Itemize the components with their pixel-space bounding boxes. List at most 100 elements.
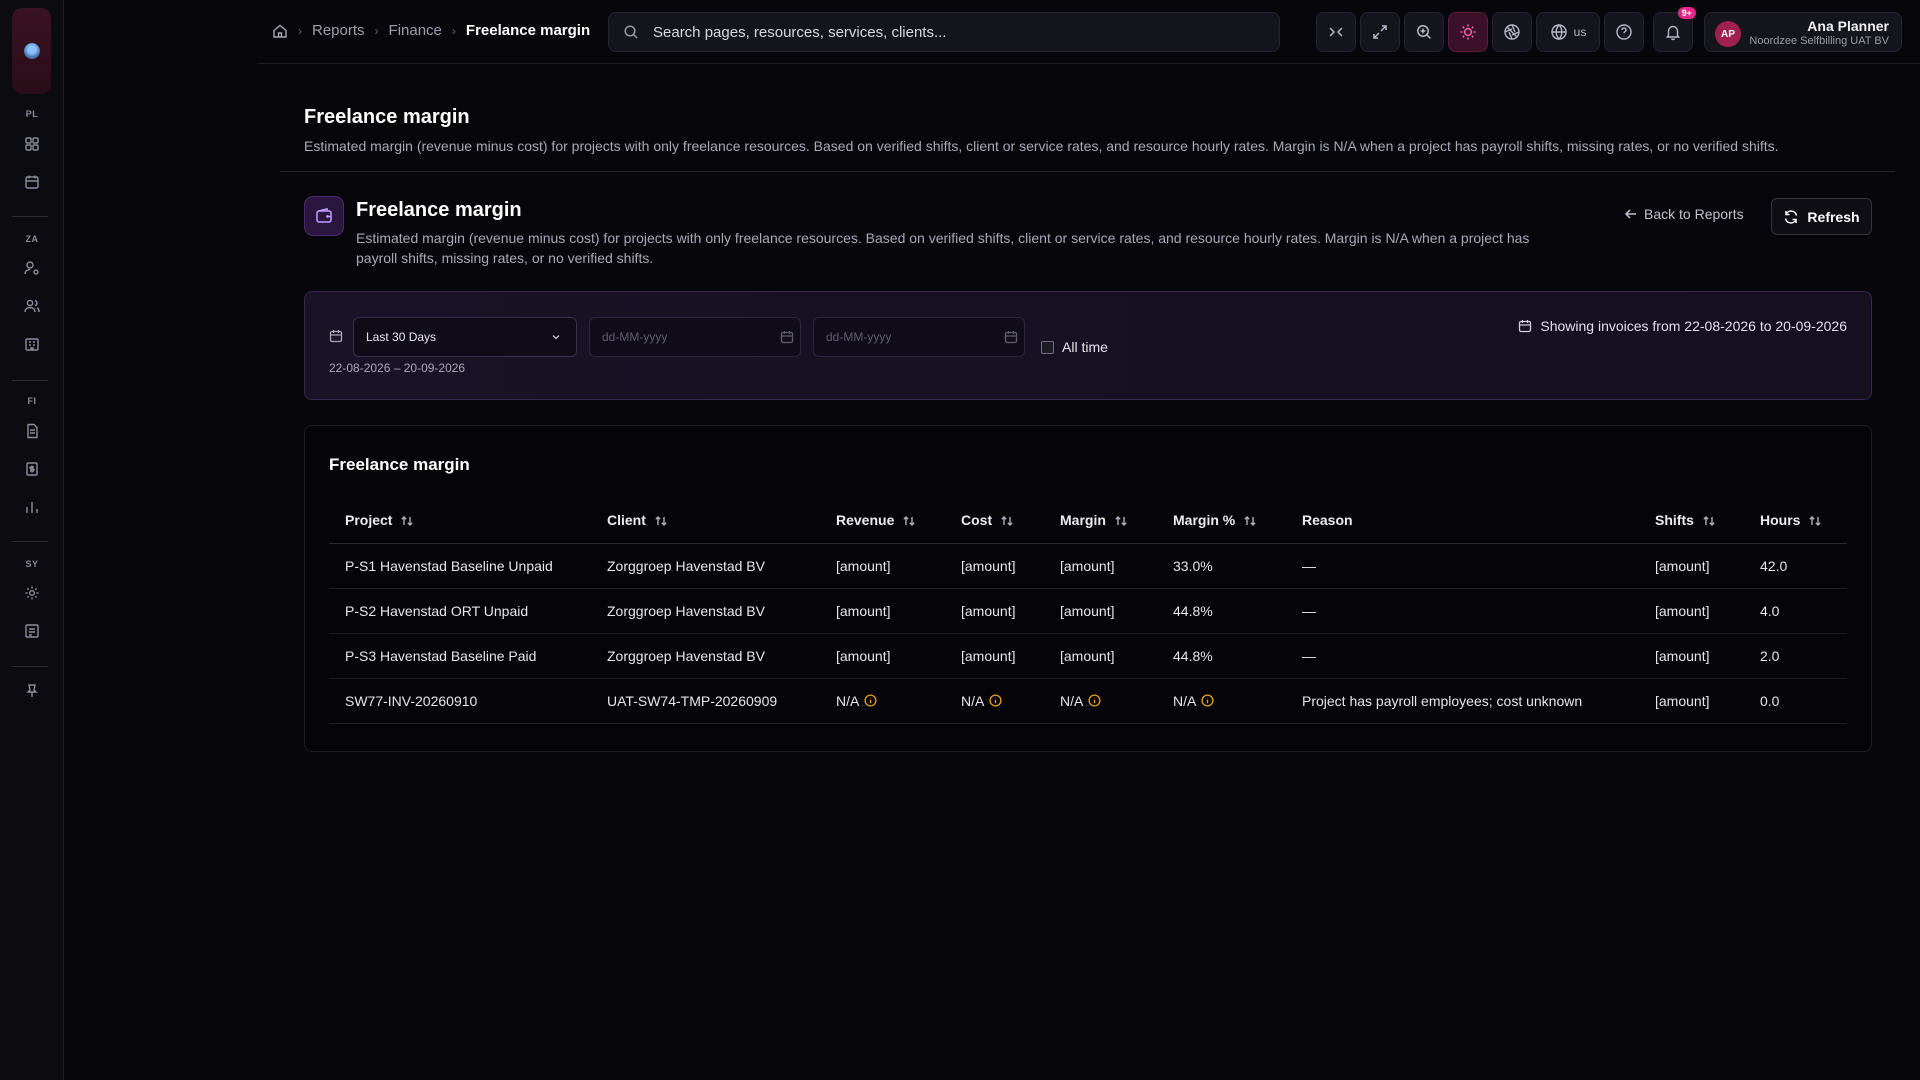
cell-value: UAT-SW74-TMP-20260909 bbox=[607, 692, 778, 709]
page-divider bbox=[280, 171, 1895, 172]
language-button[interactable]: us bbox=[1536, 12, 1600, 52]
cell-shifts: [amount] bbox=[1639, 633, 1744, 679]
column-header-label: Client bbox=[607, 512, 646, 529]
cell-value: 42.0 bbox=[1760, 557, 1788, 574]
fullscreen-button[interactable] bbox=[1360, 12, 1400, 52]
cell-value: P-S2 Havenstad ORT Unpaid bbox=[345, 602, 529, 619]
column-header-client[interactable]: Client bbox=[591, 498, 820, 544]
breadcrumb-finance[interactable]: Finance bbox=[389, 22, 442, 39]
users-icon[interactable] bbox=[22, 296, 42, 316]
column-header-cost[interactable]: Cost bbox=[945, 498, 1044, 544]
notifications-button[interactable]: 9+ bbox=[1653, 7, 1696, 52]
showing-invoices-info: Showing invoices from 22-08-2026 to 20-0… bbox=[1518, 318, 1847, 334]
table-row[interactable]: P-S2 Havenstad ORT Unpaid Zorggroep Haven… bbox=[329, 588, 1847, 634]
sort-icon[interactable] bbox=[1243, 514, 1257, 528]
bar-chart-icon[interactable] bbox=[22, 497, 42, 517]
table-row[interactable]: SW77-INV-20260910 UAT-SW74-TMP-20260909 N/… bbox=[329, 678, 1847, 724]
user-menu[interactable]: AP Ana Planner Noordzee Selfbilling UAT … bbox=[1704, 12, 1902, 52]
cell-value: [amount] bbox=[961, 557, 1016, 574]
cell-cost: [amount] bbox=[945, 633, 1044, 679]
document-icon[interactable] bbox=[22, 421, 42, 441]
cell-value: 44.8% bbox=[1173, 602, 1213, 619]
receipt-icon[interactable] bbox=[22, 621, 42, 641]
selected-range-text: 22-08-2026 – 20-09-2026 bbox=[329, 361, 466, 375]
cell-value: N/A bbox=[1173, 692, 1197, 709]
cell-hours: 0.0 bbox=[1744, 678, 1847, 724]
collapse-button[interactable] bbox=[1316, 12, 1356, 52]
cell-shifts: [amount] bbox=[1639, 588, 1744, 634]
sort-icon[interactable] bbox=[1114, 514, 1128, 528]
theme-toggle-button[interactable] bbox=[1448, 12, 1488, 52]
cell-shifts: [amount] bbox=[1639, 543, 1744, 589]
cell-margin: [amount] bbox=[1044, 588, 1157, 634]
user-organization: Noordzee Selfbilling UAT BV bbox=[1749, 35, 1889, 47]
aperture-button[interactable] bbox=[1492, 12, 1532, 52]
table-row[interactable]: P-S1 Havenstad Baseline Unpaid Zorggroep … bbox=[329, 543, 1847, 589]
cell-value: — bbox=[1302, 602, 1316, 619]
column-header-margin[interactable]: Margin bbox=[1044, 498, 1157, 544]
column-header-hours[interactable]: Hours bbox=[1744, 498, 1847, 544]
breadcrumb-current: Freelance margin bbox=[465, 22, 591, 39]
settings-icon[interactable] bbox=[22, 583, 42, 603]
column-header-label: Cost bbox=[961, 512, 993, 529]
cell-revenue: [amount] bbox=[820, 543, 945, 589]
sort-icon[interactable] bbox=[1808, 514, 1822, 528]
column-header-project[interactable]: Project bbox=[329, 498, 591, 544]
pin-icon[interactable] bbox=[22, 681, 42, 701]
breadcrumb-reports[interactable]: Reports bbox=[312, 22, 365, 39]
cell-margin: [amount] bbox=[1044, 543, 1157, 589]
chevron-right-icon: › bbox=[451, 23, 456, 38]
zoom-in-icon bbox=[1415, 23, 1433, 41]
from-date-input[interactable]: dd-MM-yyyy bbox=[589, 317, 801, 357]
refresh-button[interactable]: Refresh bbox=[1771, 198, 1872, 235]
sort-icon[interactable] bbox=[654, 514, 668, 528]
sidebar-section-sy: SY bbox=[25, 559, 39, 569]
cell-value: N/A bbox=[836, 692, 860, 709]
table-row[interactable]: P-S3 Havenstad Baseline Paid Zorggroep Ha… bbox=[329, 633, 1847, 679]
invoice-icon[interactable] bbox=[22, 459, 42, 479]
user-gear-icon[interactable] bbox=[22, 258, 42, 278]
sort-icon[interactable] bbox=[1702, 514, 1716, 528]
info-warning-icon[interactable] bbox=[864, 694, 877, 707]
info-warning-icon[interactable] bbox=[1201, 694, 1214, 707]
app-logo[interactable] bbox=[12, 8, 51, 94]
sort-icon[interactable] bbox=[400, 514, 414, 528]
cell-margin: [amount] bbox=[1044, 633, 1157, 679]
building-icon[interactable] bbox=[22, 334, 42, 354]
period-selected-value: Last 30 Days bbox=[366, 330, 437, 344]
margin-table: Project Client Revenue Cost Margin Margin % Re… bbox=[329, 498, 1847, 724]
table-header-row: Project Client Revenue Cost Margin Margin % Re… bbox=[329, 498, 1847, 544]
search-input[interactable]: Search pages, resources, services, clien… bbox=[608, 12, 1280, 52]
locale-label: us bbox=[1573, 25, 1587, 39]
cell-margin-pct: 44.8% bbox=[1157, 588, 1286, 634]
all-time-checkbox[interactable]: All time bbox=[1041, 339, 1108, 355]
back-to-reports-link[interactable]: Back to Reports bbox=[1624, 206, 1744, 222]
sidebar-section-za: ZA bbox=[25, 234, 39, 244]
period-select[interactable]: Last 30 Days bbox=[353, 317, 577, 357]
expand-icon bbox=[1371, 23, 1389, 41]
info-warning-icon[interactable] bbox=[989, 694, 1002, 707]
checkbox-box[interactable] bbox=[1041, 340, 1054, 354]
sort-icon[interactable] bbox=[902, 514, 916, 528]
calendar-icon[interactable] bbox=[22, 172, 42, 192]
cell-project: SW77-INV-20260910 bbox=[329, 678, 591, 724]
home-icon[interactable] bbox=[272, 23, 288, 39]
search-placeholder: Search pages, resources, services, clien… bbox=[653, 23, 947, 41]
to-date-input[interactable]: dd-MM-yyyy bbox=[813, 317, 1025, 357]
cell-value: [amount] bbox=[836, 557, 891, 574]
column-header-margin[interactable]: Margin % bbox=[1157, 498, 1286, 544]
help-button[interactable] bbox=[1604, 12, 1644, 52]
column-header-label: Project bbox=[345, 512, 393, 529]
column-header-shifts[interactable]: Shifts bbox=[1639, 498, 1744, 544]
cell-value: [amount] bbox=[1655, 647, 1710, 664]
cell-client: Zorggroep Havenstad BV bbox=[591, 543, 820, 589]
dashboard-icon[interactable] bbox=[22, 134, 42, 154]
column-header-label: Margin bbox=[1060, 512, 1106, 529]
info-warning-icon[interactable] bbox=[1088, 694, 1101, 707]
cell-value: P-S1 Havenstad Baseline Unpaid bbox=[345, 557, 553, 574]
cell-client: UAT-SW74-TMP-20260909 bbox=[591, 678, 820, 724]
zoom-button[interactable] bbox=[1404, 12, 1444, 52]
column-header-revenue[interactable]: Revenue bbox=[820, 498, 945, 544]
sort-icon[interactable] bbox=[1000, 514, 1014, 528]
cell-value: [amount] bbox=[1060, 647, 1115, 664]
